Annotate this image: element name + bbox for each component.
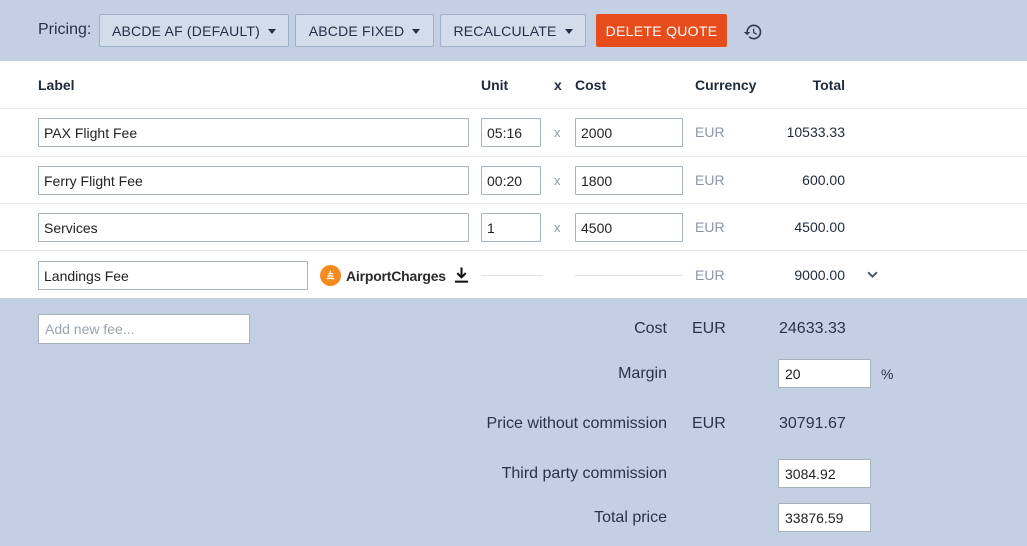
recalculate-dropdown[interactable]: RECALCULATE — [440, 14, 586, 47]
multiply-sign: x — [554, 220, 561, 235]
caret-down-icon — [268, 29, 277, 34]
airport-charges-brand: AirportCharges — [346, 267, 446, 284]
delete-quote-button[interactable]: DELETE QUOTE — [596, 14, 727, 47]
fee-unit-input[interactable] — [481, 118, 541, 147]
fee-unit-input[interactable] — [481, 166, 541, 195]
header-total: Total — [812, 77, 845, 93]
table-row: x EUR 10533.33 — [0, 108, 1027, 155]
pricing-label: Pricing: — [38, 21, 92, 38]
fee-total: 9000.00 — [794, 267, 845, 283]
third-party-commission-input[interactable] — [778, 459, 871, 488]
pricing-toolbar: Pricing: ABCDE AF (DEFAULT) ABCDE FIXED … — [0, 0, 1027, 61]
fee-currency: EUR — [695, 172, 725, 188]
fee-label-input[interactable] — [38, 213, 469, 242]
pricing-profile-label: ABCDE AF (DEFAULT) — [111, 22, 261, 39]
history-icon[interactable] — [743, 22, 763, 42]
add-fee-input[interactable] — [38, 314, 250, 344]
header-cost: Cost — [575, 77, 607, 93]
table-row: AirportCharges EUR 9000.00 — [0, 250, 1027, 297]
price-without-commission-currency: EUR — [692, 415, 726, 432]
margin-label: Margin — [618, 365, 667, 382]
table-row: x EUR 600.00 — [0, 156, 1027, 203]
price-without-commission-label: Price without commission — [486, 415, 668, 432]
fees-table: Label Unit x Cost Currency Total x EUR 1… — [0, 61, 1027, 298]
fee-label-input[interactable] — [38, 261, 308, 290]
margin-input[interactable] — [778, 359, 871, 388]
price-without-commission-value: 30791.67 — [779, 415, 846, 432]
airport-charges-logo-icon — [320, 265, 341, 286]
header-label: Label — [38, 77, 75, 93]
fee-label-input[interactable] — [38, 166, 469, 195]
fee-total: 600.00 — [802, 172, 845, 188]
header-x: x — [554, 77, 562, 93]
fee-unit-input[interactable] — [481, 213, 541, 242]
fee-cost-input[interactable] — [575, 213, 683, 242]
cost-placeholder-line — [575, 275, 683, 276]
header-currency: Currency — [695, 77, 757, 93]
margin-percent-sign: % — [881, 366, 894, 382]
cost-label: Cost — [634, 320, 667, 337]
cost-value: 24633.33 — [779, 320, 846, 337]
fee-currency: EUR — [695, 219, 725, 235]
fee-total: 4500.00 — [794, 219, 845, 235]
plane-glyph-icon — [326, 270, 335, 280]
third-party-commission-label: Third party commission — [501, 465, 667, 482]
airport-charges-logo: AirportCharges — [320, 265, 446, 286]
fee-total: 10533.33 — [786, 124, 845, 140]
caret-down-icon — [412, 29, 421, 34]
fee-label-input[interactable] — [38, 118, 469, 147]
fixed-pricing-label: ABCDE FIXED — [308, 22, 405, 39]
recalculate-label: RECALCULATE — [453, 22, 557, 39]
chevron-down-icon[interactable] — [866, 268, 879, 281]
caret-down-icon — [564, 29, 573, 34]
total-price-label: Total price — [594, 509, 667, 526]
fee-cost-input[interactable] — [575, 166, 683, 195]
header-unit: Unit — [481, 77, 509, 93]
multiply-sign: x — [554, 125, 561, 140]
fee-currency: EUR — [695, 267, 725, 283]
quote-summary: Cost EUR 24633.33 Margin % Price without… — [0, 298, 1027, 546]
download-icon[interactable] — [454, 266, 469, 284]
total-price-input[interactable] — [778, 503, 871, 532]
table-row: x EUR 4500.00 — [0, 203, 1027, 250]
fee-currency: EUR — [695, 124, 725, 140]
fee-cost-input[interactable] — [575, 118, 683, 147]
pricing-profile-dropdown[interactable]: ABCDE AF (DEFAULT) — [99, 14, 289, 47]
unit-placeholder-line — [481, 275, 543, 276]
multiply-sign: x — [554, 173, 561, 188]
cost-currency: EUR — [692, 320, 726, 337]
fixed-pricing-dropdown[interactable]: ABCDE FIXED — [295, 14, 434, 47]
